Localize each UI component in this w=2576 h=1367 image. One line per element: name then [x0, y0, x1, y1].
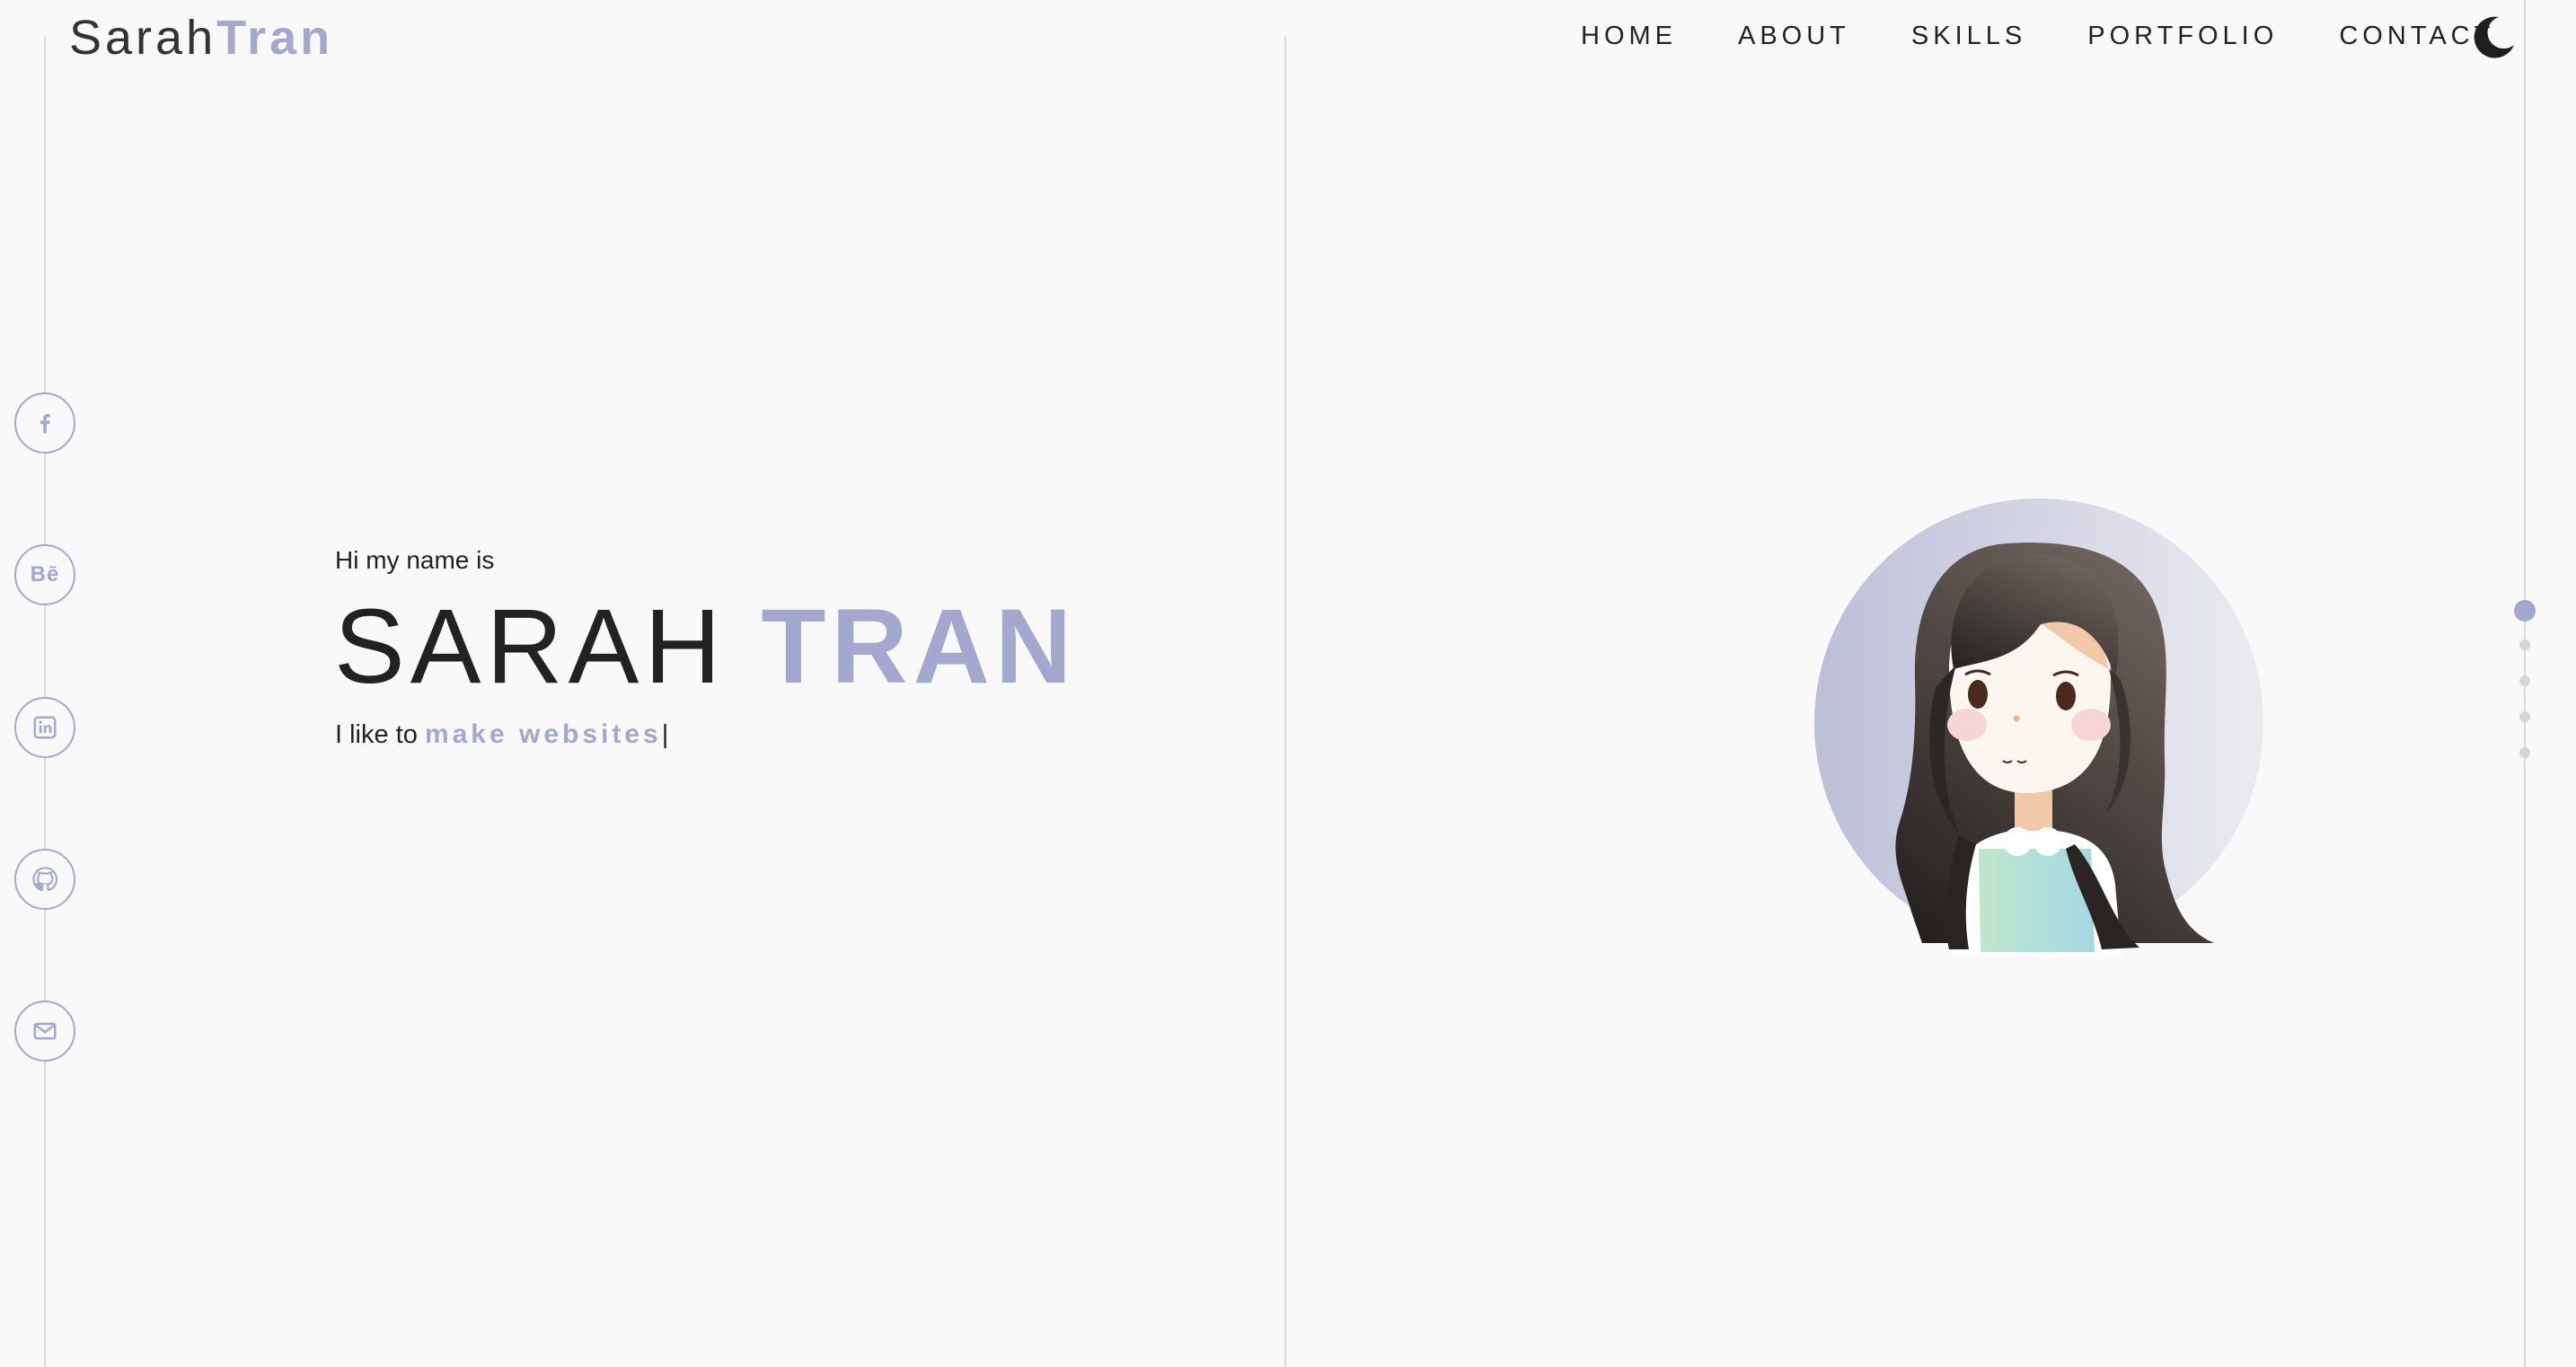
section-dot-3[interactable] [2519, 675, 2530, 686]
tagline-typed-text: make websites [424, 719, 662, 749]
section-dot-5[interactable] [2519, 747, 2530, 758]
behance-link[interactable]: Bē [14, 544, 75, 605]
hero-first-name: SARAH [334, 587, 727, 706]
facebook-link[interactable] [14, 392, 75, 454]
hero-greeting: Hi my name is [335, 546, 495, 574]
section-dot-2[interactable] [2519, 639, 2530, 650]
behance-icon: Bē [30, 562, 60, 586]
moon-icon [2474, 16, 2514, 58]
logo-last-name: Tran [216, 11, 334, 65]
nav-skills[interactable]: SKILLS [1911, 16, 2026, 56]
linkedin-link[interactable] [14, 697, 75, 758]
github-link[interactable] [14, 849, 75, 910]
site-logo[interactable]: SarahTran [69, 9, 333, 66]
nav-home[interactable]: HOME [1581, 16, 1677, 56]
email-link[interactable] [14, 1001, 75, 1062]
hero-tagline: I like to make websites| [335, 717, 668, 753]
nav-about[interactable]: ABOUT [1738, 16, 1850, 56]
theme-toggle-button[interactable] [2472, 14, 2517, 59]
linkedin-icon [33, 716, 57, 739]
tagline-prefix: I like to [335, 720, 418, 749]
typing-cursor: | [661, 720, 669, 749]
section-dot-4[interactable] [2519, 711, 2530, 722]
page: SarahTran HOME ABOUT SKILLS PORTFOLIO CO… [0, 0, 2576, 1367]
center-divider-line [1284, 36, 1286, 1367]
avatar-illustration [1805, 489, 2290, 961]
github-icon [32, 867, 58, 892]
nav-portfolio[interactable]: PORTFOLIO [2087, 16, 2278, 56]
mail-icon [33, 1022, 57, 1040]
hero-last-name: TRAN [761, 587, 1078, 706]
hero-name: SARAH TRAN [334, 584, 1077, 710]
facebook-icon [40, 414, 50, 434]
logo-first-name: Sarah [69, 11, 217, 65]
main-nav: HOME ABOUT SKILLS PORTFOLIO CONTACT [1581, 16, 2494, 56]
section-dot-1[interactable] [2514, 600, 2536, 622]
